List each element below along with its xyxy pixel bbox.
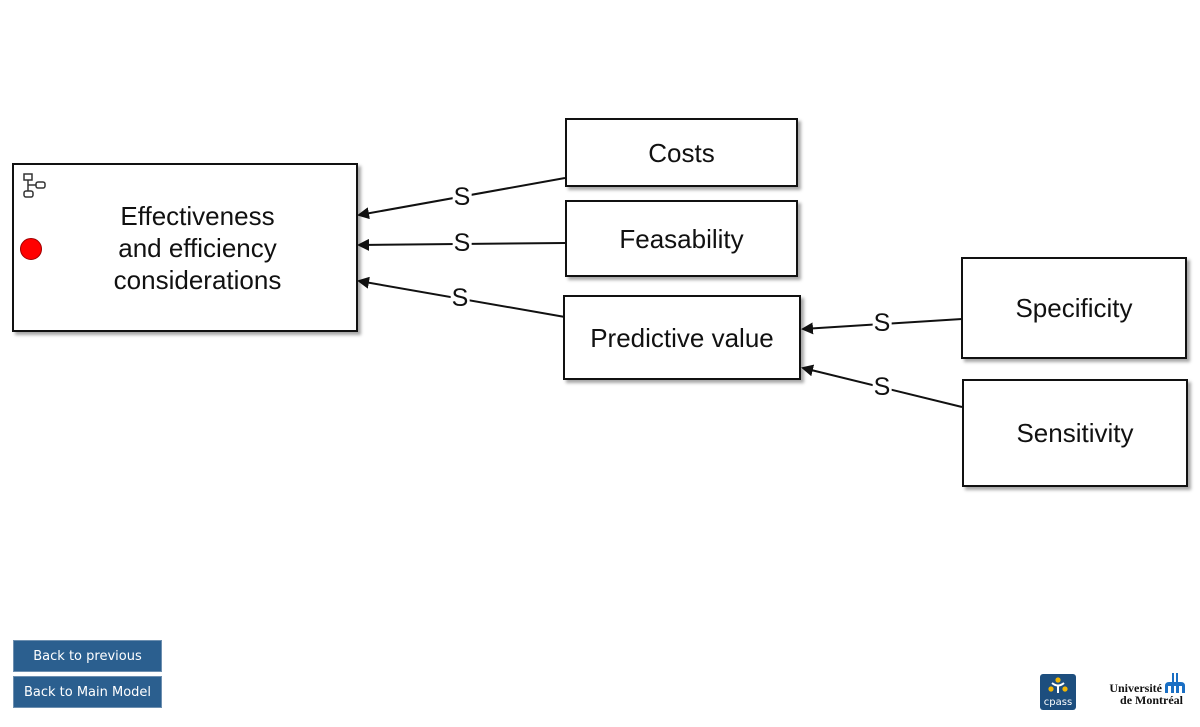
udem-line2: de Montréal — [1120, 693, 1183, 707]
node-label: Sensitivity — [1016, 418, 1134, 448]
submodel-icon[interactable] — [22, 172, 52, 200]
node-specificity[interactable]: Specificity — [961, 257, 1187, 359]
universite-de-montreal-logo: Université de Montréal — [1100, 672, 1190, 712]
edge-label-specificity: S — [872, 309, 892, 337]
node-feasability[interactable]: Feasability — [565, 200, 798, 277]
edge-label-feasability: S — [452, 229, 472, 257]
back-to-main-model-button[interactable]: Back to Main Model — [13, 676, 162, 708]
back-to-previous-button[interactable]: Back to previous — [13, 640, 162, 672]
node-sensitivity[interactable]: Sensitivity — [962, 379, 1188, 487]
udem-emblem-icon — [1165, 673, 1185, 693]
cpass-emblem-icon — [1048, 677, 1068, 693]
edge-label-predictive: S — [450, 284, 470, 312]
edge-label-sensitivity: S — [872, 373, 892, 401]
node-costs[interactable]: Costs — [565, 118, 798, 187]
cpass-logo: cpass — [1040, 674, 1076, 710]
node-predictive-value[interactable]: Predictive value — [563, 295, 801, 380]
node-label: Predictive value — [590, 322, 774, 353]
node-effectiveness[interactable]: Effectiveness and efficiency considerati… — [12, 163, 358, 332]
node-label: Feasability — [619, 223, 744, 254]
node-label: Effectiveness and efficiency considerati… — [113, 200, 282, 295]
status-indicator-dot — [20, 238, 42, 260]
node-label: Specificity — [1015, 293, 1133, 323]
cpass-text: cpass — [1043, 697, 1073, 708]
edge-label-costs: S — [452, 183, 472, 211]
node-label: Costs — [648, 137, 715, 168]
